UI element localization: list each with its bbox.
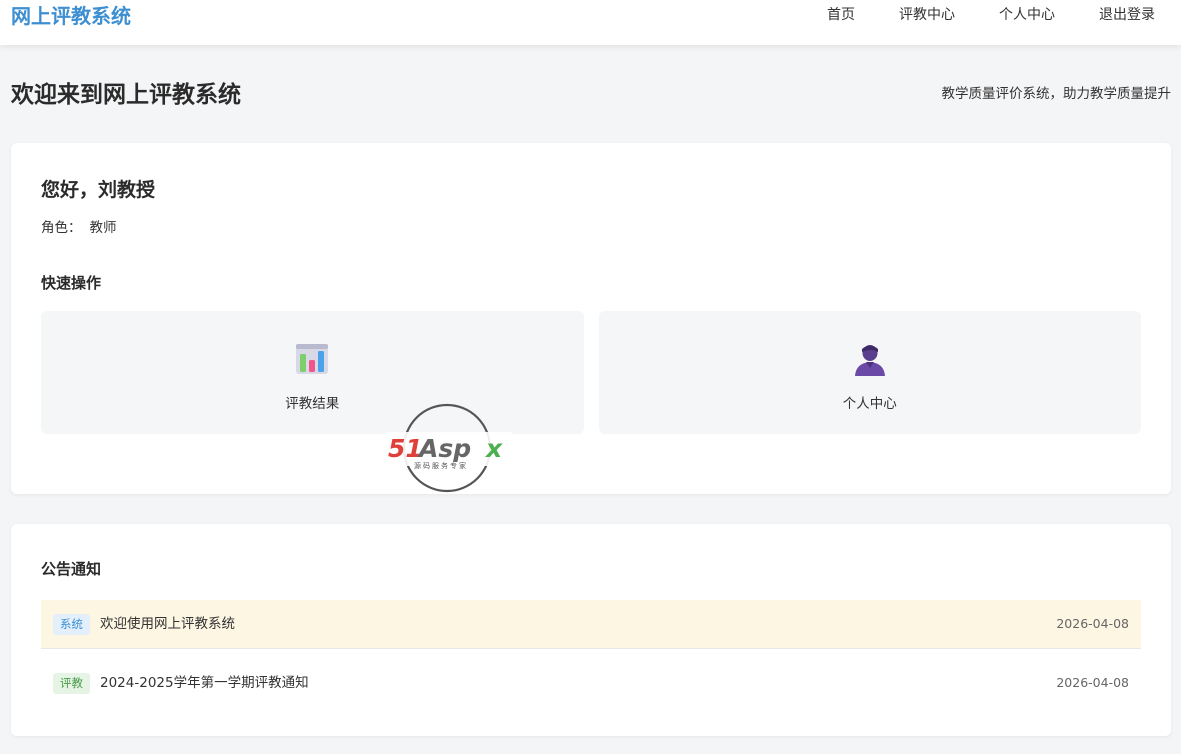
greeting: 您好，刘教授 (41, 179, 156, 201)
top-navbar: 网上评教系统 首页 评教中心 个人中心 退出登录 (0, 0, 1181, 45)
nav-home[interactable]: 首页 (827, 6, 855, 24)
svg-text:源码服务专家: 源码服务专家 (414, 461, 468, 470)
role-label: 角色： (41, 220, 82, 236)
notice-item[interactable]: 评教 2024-2025学年第一学期评教通知 2026-04-08 (41, 649, 1141, 717)
quick-action-profile[interactable]: 个人中心 (598, 311, 1141, 434)
notice-tag: 系统 (53, 613, 90, 635)
quick-actions-title: 快速操作 (41, 274, 102, 292)
user-icon (854, 345, 885, 376)
role-value: 教师 (89, 220, 117, 236)
page-subtitle: 教学质量评价系统，助力教学质量提升 (941, 86, 1172, 102)
notice-card: 公告通知 系统 欢迎使用网上评教系统 2026-04-08 评教 2024-20… (11, 524, 1171, 736)
welcome-card: 您好，刘教授 角色： 教师 快速操作 评教结果 个人中心 (11, 143, 1171, 494)
svg-text:51: 51 (388, 434, 423, 463)
nav-evaluation-center[interactable]: 评教中心 (899, 6, 955, 24)
notice-item[interactable]: 系统 欢迎使用网上评教系统 2026-04-08 (41, 600, 1141, 649)
notice-title: 公告通知 (41, 560, 102, 578)
svg-text:Asp: Asp (417, 434, 471, 463)
watermark-logo: 51 Asp x 源码服务专家 (386, 403, 512, 493)
quick-actions-grid: 评教结果 个人中心 (41, 311, 1141, 434)
quick-action-label: 个人中心 (842, 396, 897, 412)
bar-chart-icon (296, 344, 329, 374)
notice-tag: 评教 (53, 672, 90, 694)
notice-text: 欢迎使用网上评教系统 (100, 616, 235, 632)
page-title: 欢迎来到网上评教系统 (11, 82, 241, 108)
notice-date: 2026-04-08 (1056, 675, 1129, 690)
notice-list: 系统 欢迎使用网上评教系统 2026-04-08 评教 2024-2025学年第… (41, 600, 1141, 717)
nav-profile[interactable]: 个人中心 (999, 6, 1055, 24)
nav-logout[interactable]: 退出登录 (1099, 6, 1155, 24)
brand-logo-text[interactable]: 网上评教系统 (11, 4, 131, 28)
notice-date: 2026-04-08 (1056, 616, 1129, 631)
svg-text:x: x (484, 434, 503, 463)
notice-text: 2024-2025学年第一学期评教通知 (100, 675, 309, 691)
main-nav: 首页 评教中心 个人中心 退出登录 (783, 6, 1155, 24)
user-role: 角色： 教师 (41, 219, 117, 237)
